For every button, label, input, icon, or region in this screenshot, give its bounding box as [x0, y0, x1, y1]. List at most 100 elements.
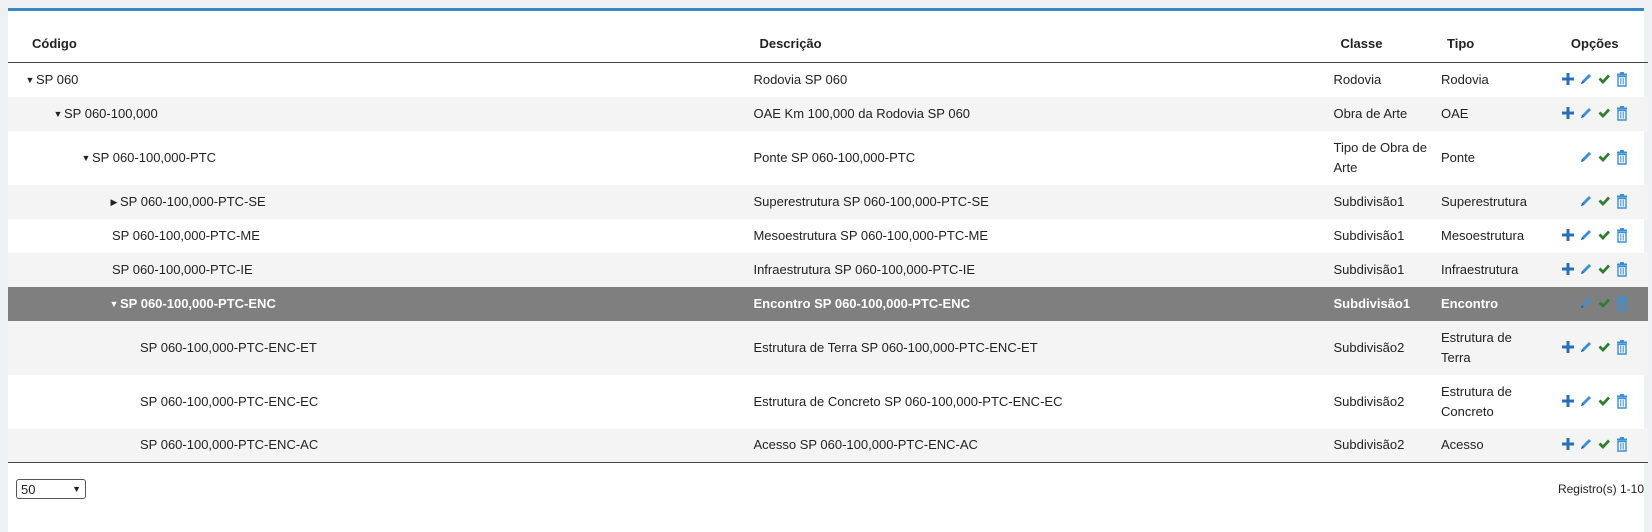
header-tipo[interactable]: Tipo — [1435, 24, 1542, 63]
cell-tipo: Estrutura de Concreto — [1441, 383, 1512, 419]
codigo-text[interactable]: SP 060-100,000-PTC-ENC-EC — [140, 392, 318, 412]
add-icon[interactable] — [1561, 106, 1575, 122]
tree-node: ▼ SP 060-100,000-PTC-ENC — [8, 294, 753, 314]
trash-icon[interactable] — [1615, 339, 1629, 356]
codigo-text[interactable]: SP 060-100,000 — [64, 104, 158, 124]
pencil-icon[interactable] — [1579, 106, 1593, 122]
cell-descricao: Ponte SP 060-100,000-PTC — [753, 149, 916, 165]
add-icon[interactable] — [1561, 228, 1575, 244]
cell-tipo: Ponte — [1441, 149, 1475, 165]
pencil-icon[interactable] — [1579, 150, 1593, 166]
table-row[interactable]: SP 060-100,000-PTC-ENC-AC Acesso SP 060-1… — [8, 428, 1648, 463]
cell-descricao: OAE Km 100,000 da Rodovia SP 060 — [753, 96, 1329, 131]
caret-down-icon[interactable]: ▼ — [80, 148, 92, 168]
pencil-icon[interactable] — [1579, 340, 1593, 356]
page-size-value: 50 — [21, 481, 36, 497]
cell-opcoes — [1541, 320, 1648, 375]
caret-right-icon[interactable]: ▶ — [108, 192, 120, 212]
cell-tipo: Rodovia — [1441, 71, 1489, 87]
header-opcoes: Opções — [1541, 24, 1648, 63]
tree-node: SP 060-100,000-PTC-ENC-ET — [8, 338, 753, 358]
trash-icon[interactable] — [1615, 437, 1629, 453]
codigo-text[interactable]: SP 060-100,000-PTC-ENC — [120, 294, 276, 314]
table-row[interactable]: SP 060-100,000-PTC-ENC-EC Estrutura de Co… — [8, 375, 1648, 429]
check-icon[interactable] — [1597, 340, 1611, 356]
table-row[interactable]: ▼ SP 060-100,000 OAE Km 100,000 da Rodovia… — [8, 96, 1648, 131]
codigo-text[interactable]: SP 060-100,000-PTC-ENC-AC — [140, 435, 318, 455]
table-row[interactable]: ▶ SP 060-100,000-PTC-SE Superestrutura SP … — [8, 184, 1648, 219]
pencil-icon[interactable] — [1579, 262, 1593, 278]
row-actions — [1541, 295, 1648, 312]
table-row[interactable]: ▼ SP 060-100,000-PTC Ponte SP 060-100,000-… — [8, 131, 1648, 185]
cell-opcoes — [1541, 63, 1648, 97]
check-icon[interactable] — [1597, 437, 1611, 453]
cell-classe: Subdivisão1 — [1328, 184, 1435, 219]
trash-icon[interactable] — [1615, 149, 1629, 166]
check-icon[interactable] — [1597, 228, 1611, 244]
trash-icon[interactable] — [1615, 71, 1629, 88]
codigo-text[interactable]: SP 060-100,000-PTC-SE — [120, 192, 266, 212]
trash-icon[interactable] — [1615, 105, 1629, 122]
header-descricao[interactable]: Descrição — [753, 24, 1329, 63]
codigo-text[interactable]: SP 060 — [36, 70, 78, 90]
add-icon[interactable] — [1561, 340, 1575, 356]
cell-classe: Rodovia — [1333, 71, 1382, 87]
cell-codigo: SP 060-100,000-PTC-ENC-AC — [8, 428, 754, 463]
pencil-icon[interactable] — [1579, 194, 1593, 210]
table-row[interactable]: ▼ SP 060 Rodovia SP 060 Rodovia Rodovia — [8, 63, 1648, 97]
check-icon[interactable] — [1597, 150, 1611, 166]
pencil-icon[interactable] — [1579, 394, 1593, 410]
tree-node: SP 060-100,000-PTC-ENC-EC — [8, 392, 753, 412]
table-row[interactable]: ▼ SP 060-100,000-PTC-ENC Encontro SP 060-1… — [8, 286, 1648, 321]
table-row[interactable]: SP 060-100,000-PTC-IE Infraestrutura SP 0… — [8, 252, 1648, 287]
trash-icon[interactable] — [1615, 393, 1629, 410]
trash-icon[interactable] — [1615, 261, 1629, 278]
pencil-icon[interactable] — [1579, 72, 1593, 88]
codigo-text[interactable]: SP 060-100,000-PTC-ME — [112, 226, 260, 246]
cell-classe: Tipo de Obra de Arte — [1333, 139, 1427, 175]
table-row[interactable]: SP 060-100,000-PTC-ME Mesoestrutura SP 06… — [8, 219, 1648, 253]
trash-icon[interactable] — [1615, 227, 1629, 244]
caret-down-icon[interactable]: ▼ — [52, 104, 64, 124]
caret-down-icon[interactable]: ▼ — [108, 294, 120, 314]
cell-tipo: Estrutura de Terra — [1435, 320, 1542, 375]
row-actions — [1541, 339, 1648, 356]
cell-opcoes — [1541, 131, 1648, 185]
table-row[interactable]: SP 060-100,000-PTC-ENC-ET Estrutura de Te… — [8, 320, 1648, 375]
cell-descricao: Encontro SP 060-100,000-PTC-ENC — [753, 286, 1329, 321]
page-size-select[interactable]: 50 ▼ — [16, 479, 86, 499]
cell-codigo: ▼ SP 060-100,000 — [8, 96, 754, 131]
header-classe[interactable]: Classe — [1328, 24, 1435, 63]
add-icon[interactable] — [1561, 262, 1575, 278]
header-codigo[interactable]: Código — [8, 24, 754, 63]
tree-node: ▶ SP 060-100,000-PTC-SE — [8, 192, 753, 212]
cell-tipo: Superestrutura — [1435, 184, 1542, 219]
cell-descricao: Acesso SP 060-100,000-PTC-ENC-AC — [753, 428, 1329, 463]
check-icon[interactable] — [1597, 296, 1611, 312]
add-icon[interactable] — [1561, 437, 1575, 453]
check-icon[interactable] — [1597, 106, 1611, 122]
cell-descricao: Superestrutura SP 060-100,000-PTC-SE — [753, 184, 1329, 219]
cell-descricao: Mesoestrutura SP 060-100,000-PTC-ME — [753, 227, 989, 243]
pencil-icon[interactable] — [1579, 296, 1593, 312]
trash-icon[interactable] — [1615, 295, 1629, 312]
cell-descricao: Estrutura de Concreto SP 060-100,000-PTC… — [753, 393, 1063, 409]
caret-down-icon[interactable]: ▼ — [24, 70, 36, 90]
codigo-text[interactable]: SP 060-100,000-PTC — [92, 148, 216, 168]
cell-opcoes — [1541, 428, 1648, 463]
pencil-icon[interactable] — [1579, 228, 1593, 244]
codigo-text[interactable]: SP 060-100,000-PTC-ENC-ET — [140, 338, 317, 358]
tree-node: ▼ SP 060 — [8, 70, 753, 90]
tree-node: ▼ SP 060-100,000 — [8, 104, 753, 124]
check-icon[interactable] — [1597, 72, 1611, 88]
pencil-icon[interactable] — [1579, 437, 1593, 453]
check-icon[interactable] — [1597, 394, 1611, 410]
trash-icon[interactable] — [1615, 193, 1629, 210]
add-icon[interactable] — [1561, 394, 1575, 410]
row-actions — [1541, 149, 1648, 166]
row-actions — [1541, 261, 1648, 278]
check-icon[interactable] — [1597, 194, 1611, 210]
check-icon[interactable] — [1597, 262, 1611, 278]
add-icon[interactable] — [1561, 72, 1575, 88]
codigo-text[interactable]: SP 060-100,000-PTC-IE — [112, 260, 253, 280]
